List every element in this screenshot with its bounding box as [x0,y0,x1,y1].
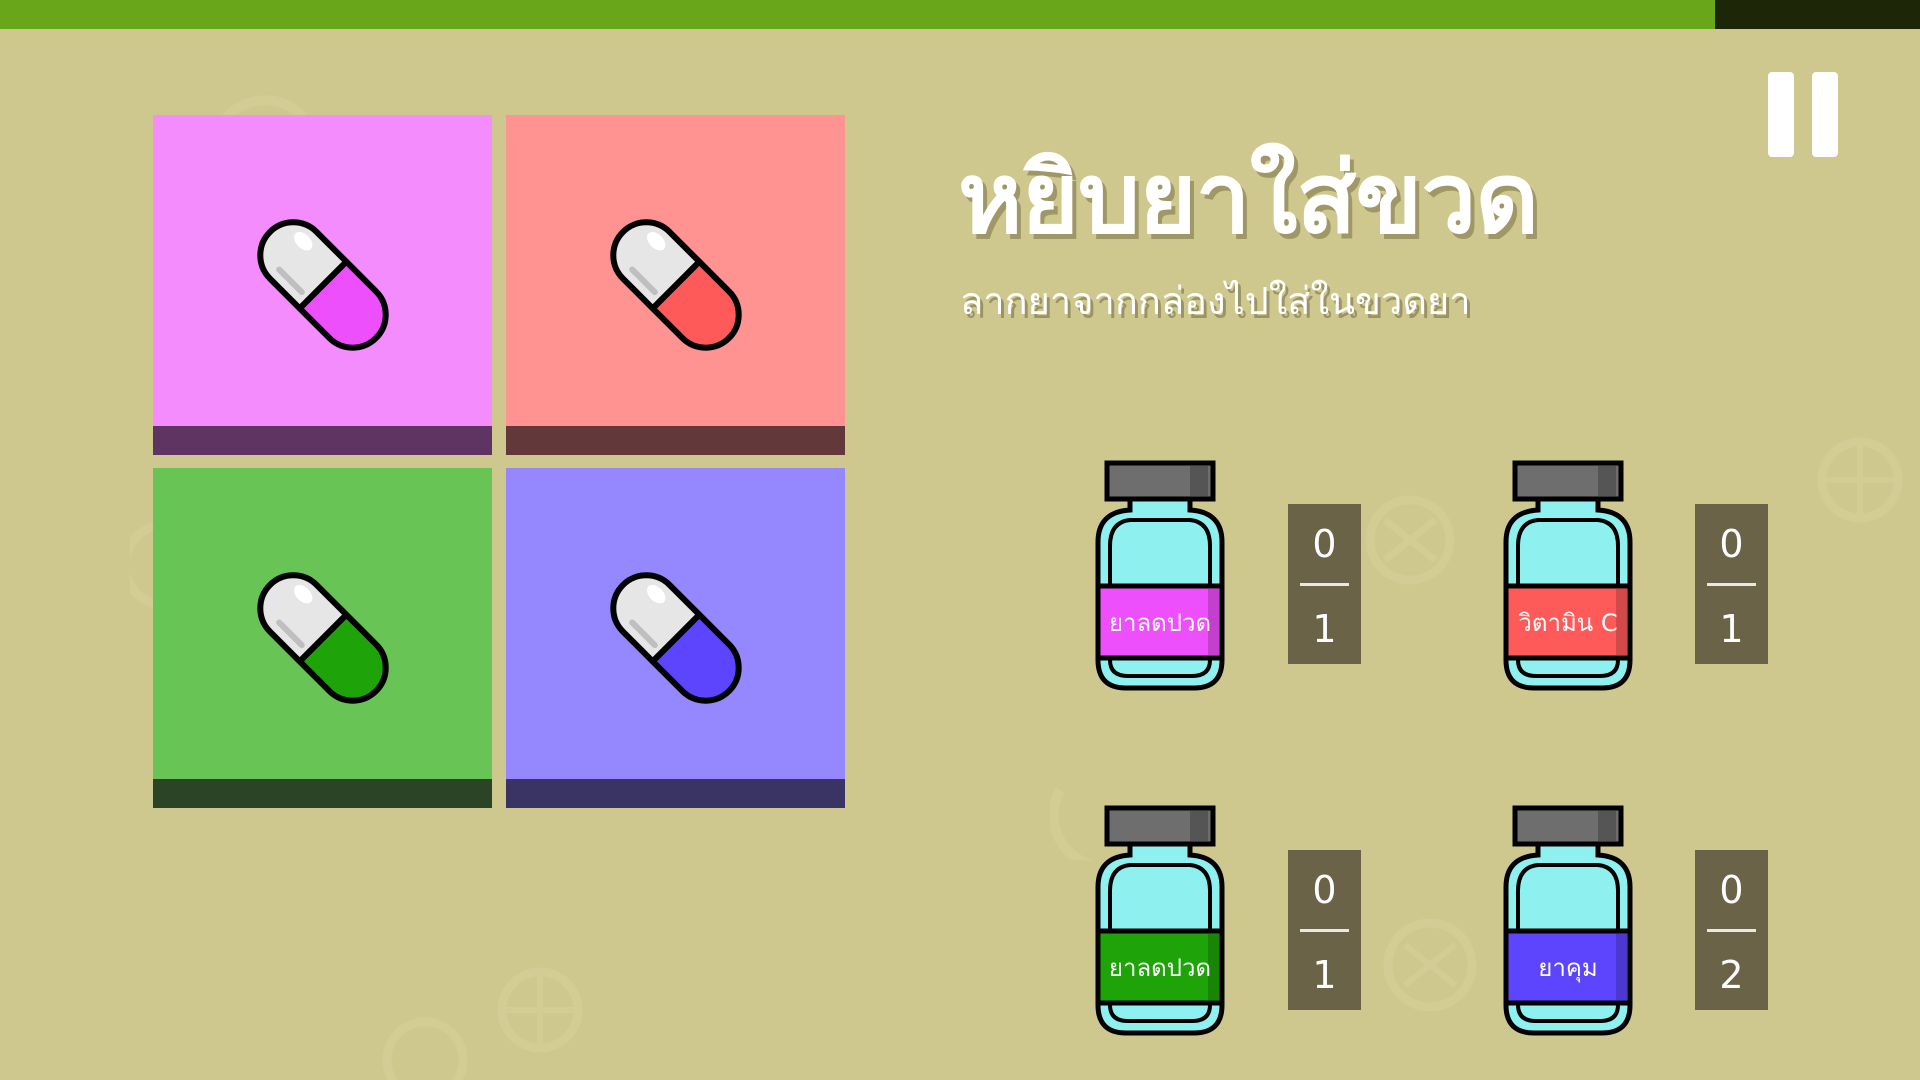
pizza-slice-icon [1817,437,1903,523]
bottle-counter: 0 1 [1288,850,1361,1010]
tile-base-strip [506,779,845,808]
game-title: หยิบยาใส่ขวด [958,142,1539,256]
bottle-label: ยาลดปวด [1108,608,1212,637]
bottle-counter: 0 2 [1695,850,1768,1010]
counter-target: 1 [1719,607,1744,651]
game-instruction: ลากยาจากกล่องไปใส่ในขวดยา [960,279,1471,323]
medicine-bottle-pain-reliever-green[interactable]: ยาลดปวด [1090,805,1230,1037]
medicine-bottle-pain-reliever-pink[interactable]: ยาลดปวด [1090,460,1230,692]
counter-divider [1707,583,1756,586]
bottle-counter: 0 1 [1288,504,1361,664]
medicine-bottle-vitamin-c[interactable]: วิตามิน C [1498,460,1638,692]
tile-base-strip [506,426,845,455]
counter-divider [1300,929,1349,932]
medicine-bottle-icon [1503,805,1633,1036]
counter-divider [1707,929,1756,932]
pill-tile-green[interactable] [153,468,492,808]
capsule-pill-icon[interactable] [233,195,413,375]
pause-button[interactable] [1764,70,1842,160]
capsule-pill-icon[interactable] [586,548,766,728]
counter-divider [1300,583,1349,586]
medicine-bottle-icon [1095,805,1225,1036]
counter-current: 0 [1312,522,1337,566]
pill-tile-pink[interactable] [153,115,492,455]
pizza-slice-icon [382,1017,468,1080]
counter-target: 2 [1719,953,1744,997]
pizza-slice-icon [1365,495,1455,585]
capsule-pill-icon[interactable] [586,195,766,375]
counter-current: 0 [1312,868,1337,912]
pill-tile-red[interactable] [506,115,845,455]
counter-target: 1 [1312,953,1337,997]
medicine-bottle-contraceptive[interactable]: ยาคุม [1498,805,1638,1037]
medicine-bottle-icon [1095,460,1225,691]
bottle-label: ยาคุม [1538,953,1598,982]
counter-current: 0 [1719,868,1744,912]
pizza-slice-icon [1383,918,1477,1012]
pill-tile-purple[interactable] [506,468,845,808]
tile-base-strip [153,426,492,455]
bottle-label: ยาลดปวด [1108,953,1212,982]
counter-target: 1 [1312,607,1337,651]
counter-current: 0 [1719,522,1744,566]
bottle-counter: 0 1 [1695,504,1768,664]
medicine-bottle-icon [1503,460,1633,691]
capsule-pill-icon[interactable] [233,548,413,728]
pizza-slice-icon [497,967,583,1053]
progress-bar [0,0,1920,29]
tile-base-strip [153,779,492,808]
progress-bar-fill [0,0,1715,29]
bottle-label: วิตามิน C [1518,608,1618,637]
